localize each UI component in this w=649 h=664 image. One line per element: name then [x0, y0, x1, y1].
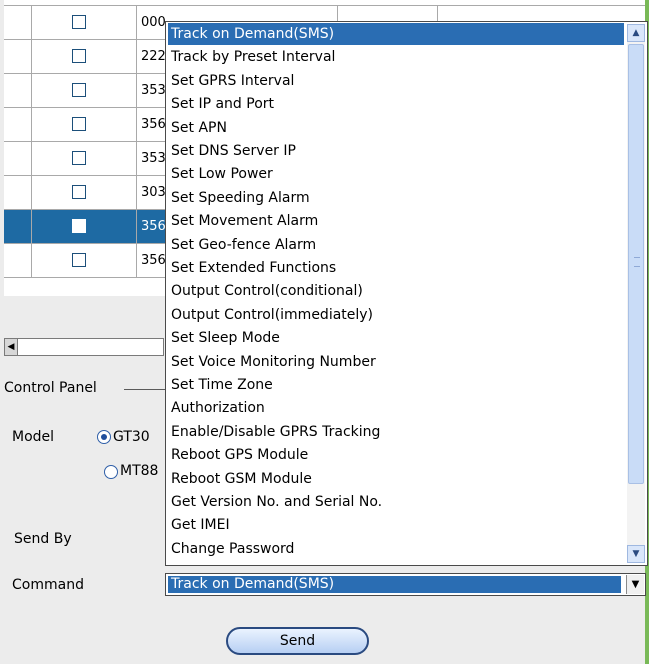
dropdown-option[interactable]: Output Control(conditional) [168, 280, 624, 302]
chevron-down-icon[interactable]: ▼ [626, 575, 644, 594]
dropdown-option[interactable]: Set Low Power [168, 163, 624, 185]
dropdown-option[interactable]: Set Movement Alarm [168, 210, 624, 232]
row-checkbox[interactable] [72, 253, 86, 267]
scroll-thumb[interactable] [628, 44, 644, 484]
checkbox-cell[interactable] [32, 176, 137, 209]
dropdown-option[interactable]: Set Extended Functions [168, 257, 624, 279]
dropdown-option[interactable]: Change Password [168, 538, 624, 560]
row-checkbox[interactable] [72, 15, 86, 29]
row-header-cell[interactable] [4, 210, 32, 243]
checkbox-cell[interactable] [32, 6, 137, 39]
row-checkbox[interactable] [72, 185, 86, 199]
dropdown-option[interactable]: Track by Preset Interval [168, 46, 624, 68]
row-checkbox[interactable] [72, 151, 86, 165]
dropdown-option[interactable]: Set Speeding Alarm [168, 187, 624, 209]
checkbox-cell[interactable] [32, 244, 137, 277]
command-select[interactable]: Track on Demand(SMS) ▼ [165, 573, 646, 596]
dropdown-option[interactable]: Authorization [168, 397, 624, 419]
command-label: Command [12, 577, 84, 593]
scroll-down-icon[interactable]: ▼ [627, 545, 645, 563]
row-checkbox[interactable] [72, 219, 86, 233]
row-checkbox[interactable] [72, 83, 86, 97]
control-panel-legend: Control Panel [4, 380, 97, 396]
model-label: Model [12, 429, 55, 445]
send-button[interactable]: Send [226, 627, 369, 655]
dropdown-option[interactable]: Enable/Disable GPRS Tracking [168, 421, 624, 443]
scroll-grip-icon [634, 257, 640, 267]
dropdown-option[interactable]: Set IP and Port [168, 93, 624, 115]
row-header-cell[interactable] [4, 142, 32, 175]
dropdown-option[interactable]: Set Geo-fence Alarm [168, 234, 624, 256]
dropdown-option[interactable]: Output Control(immediately) [168, 304, 624, 326]
dropdown-option[interactable]: Get IMEI [168, 514, 624, 536]
model-radio-mt88[interactable] [104, 465, 118, 479]
row-header-cell[interactable] [4, 74, 32, 107]
send-by-label: Send By [14, 531, 72, 547]
control-panel-divider [124, 389, 169, 390]
dropdown-option[interactable]: Set Voice Monitoring Number [168, 351, 624, 373]
checkbox-cell[interactable] [32, 142, 137, 175]
row-header-cell[interactable] [4, 244, 32, 277]
scroll-up-icon[interactable]: ▲ [627, 24, 645, 42]
model-radio-gt30[interactable] [97, 430, 111, 444]
checkbox-cell[interactable] [32, 40, 137, 73]
dropdown-option[interactable]: Reboot GSM Module [168, 468, 624, 490]
dropdown-option[interactable]: Set APN [168, 117, 624, 139]
dropdown-option[interactable]: Set Sleep Mode [168, 327, 624, 349]
dropdown-scrollbar[interactable]: ▲ ▼ [627, 24, 645, 563]
command-select-value[interactable]: Track on Demand(SMS) [168, 576, 621, 593]
row-header-cell[interactable] [4, 6, 32, 39]
checkbox-cell[interactable] [32, 74, 137, 107]
row-checkbox[interactable] [72, 49, 86, 63]
row-header-cell[interactable] [4, 176, 32, 209]
dropdown-option[interactable]: Reboot GPS Module [168, 444, 624, 466]
model-option-gt30[interactable]: GT30 [113, 429, 150, 445]
row-header-cell[interactable] [4, 108, 32, 141]
dropdown-option[interactable]: Track on Demand(SMS) [168, 23, 624, 45]
row-checkbox[interactable] [72, 117, 86, 131]
horizontal-scrollbar[interactable]: ◀ [4, 338, 164, 356]
dropdown-option[interactable]: Set DNS Server IP [168, 140, 624, 162]
app-frame: 000 222 353 356 353 303 356 356 ◀ Control Panel… [0, 0, 649, 664]
dropdown-option[interactable]: Get Version No. and Serial No. [168, 491, 624, 513]
dropdown-option[interactable]: Set GPRS Interval [168, 70, 624, 92]
model-option-mt88[interactable]: MT88 [120, 463, 158, 479]
scroll-left-icon[interactable]: ◀ [5, 339, 18, 355]
checkbox-cell[interactable] [32, 210, 137, 243]
row-header-cell[interactable] [4, 40, 32, 73]
dropdown-option[interactable]: Set Time Zone [168, 374, 624, 396]
checkbox-cell[interactable] [32, 108, 137, 141]
command-dropdown-list[interactable]: ▲ ▼ Track on Demand(SMS) Track by Preset … [165, 21, 648, 566]
